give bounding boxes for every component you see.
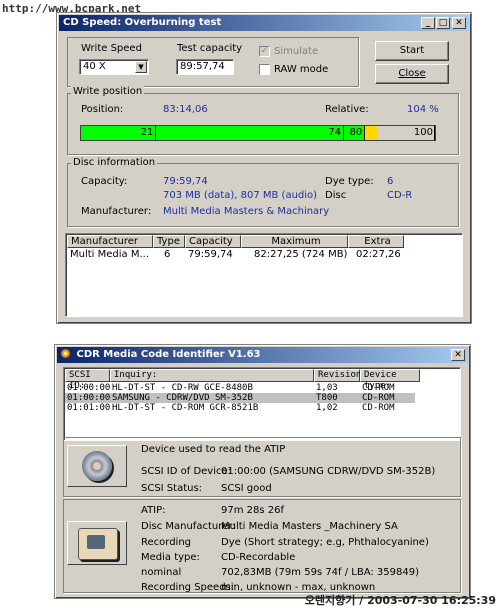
device-row[interactable]: 01:01:00 HL-DT-ST - CD-ROM GCR-8521B 1,02 C… xyxy=(65,403,415,413)
media-type-label: Media type: xyxy=(141,552,200,563)
nominal-value: 702,83MB (79m 59s 74f / LBA: 359849) xyxy=(221,567,420,578)
column-header[interactable]: Revision: xyxy=(314,369,367,382)
minimize-icon[interactable]: _ xyxy=(421,17,435,29)
progress-tick xyxy=(434,126,435,140)
cdr-titlebar[interactable]: CDR Media Code Identifier V1.63 ✕ xyxy=(57,347,468,363)
disc-drive-image xyxy=(67,445,127,487)
disc-label: Disc xyxy=(325,190,347,201)
write-speed-value: 40 X xyxy=(83,61,106,72)
media-type-value: CD-Recordable xyxy=(221,552,296,563)
cdspeed-titlebar[interactable]: CD Speed: Overburning test _ □ ✕ xyxy=(59,15,469,31)
cell-capacity: 79:59,74 xyxy=(188,249,233,260)
close-icon[interactable]: ✕ xyxy=(451,349,465,361)
cell-manufacturer: Multi Media M... xyxy=(70,249,149,260)
device-used-label: Device used to read the ATIP xyxy=(141,444,286,455)
progress-tick-label: 80 xyxy=(349,127,363,138)
column-header[interactable]: Type xyxy=(153,235,185,248)
atip-value: 97m 28s 26f xyxy=(221,505,285,516)
manufacturer-label: Manufacturer: xyxy=(81,206,152,217)
disc-manufacturer-value: Multi Media Masters _Machinery SA xyxy=(221,521,398,532)
scsi-id-label: SCSI ID of Device: xyxy=(141,466,232,477)
hand-disc-icon xyxy=(78,528,118,560)
progress-tick-label: 100 xyxy=(413,127,433,138)
dye-type-label: Dye type: xyxy=(325,176,374,187)
close-button[interactable]: Close xyxy=(375,64,449,84)
results-table[interactable]: Manufacturer Type Capacity Maximum Extra… xyxy=(65,233,463,317)
cell-extra: 02:27,26 xyxy=(356,249,401,260)
position-label: Position: xyxy=(81,104,124,115)
relative-value: 104 % xyxy=(407,104,439,115)
disc-icon xyxy=(82,451,112,481)
disc-value: CD-R xyxy=(387,190,413,201)
raw-mode-label: RAW mode xyxy=(274,64,329,75)
progress-tick xyxy=(155,126,157,140)
atip-image xyxy=(67,521,127,565)
scsi-status-label: SCSI Status: xyxy=(141,483,203,494)
cell-scsi-id: 01:01:00 xyxy=(67,403,111,413)
cell-revision: 1,02 xyxy=(316,403,338,413)
write-position-legend: Write position xyxy=(71,86,145,97)
raw-mode-checkbox[interactable] xyxy=(259,64,270,75)
cdr-window: CDR Media Code Identifier V1.63 ✕ SCSI I… xyxy=(54,344,471,599)
maximize-icon[interactable]: □ xyxy=(436,17,450,29)
relative-label: Relative: xyxy=(325,104,369,115)
simulate-label: Simulate xyxy=(274,46,319,57)
column-header[interactable]: Inquiry: xyxy=(110,369,314,382)
test-capacity-field[interactable]: 89:57,74 xyxy=(176,59,234,75)
close-icon[interactable]: ✕ xyxy=(452,17,466,29)
column-header[interactable]: Manufacturer xyxy=(67,235,153,248)
manufacturer-value: Multi Media Masters & Machinary xyxy=(163,206,330,217)
recording-value: Dye (Short strategy; e.g, Phthalocyanine… xyxy=(221,537,429,548)
cell-device-type: CD-ROM xyxy=(362,403,395,413)
cd-icon xyxy=(61,349,70,358)
simulate-checkbox[interactable]: ✓ xyxy=(259,46,270,57)
disc-info-legend: Disc information xyxy=(71,157,158,168)
window-title: CD Speed: Overburning test xyxy=(63,17,222,28)
scsi-id-value: 01:00:00 (SAMSUNG CDRW/DVD SM-352B) xyxy=(221,466,436,477)
window-title: CDR Media Code Identifier V1.63 xyxy=(76,349,261,360)
write-progress-bar: 21 74 80 100 xyxy=(80,125,436,141)
scsi-status-value: SCSI good xyxy=(221,483,272,494)
capacity-value: 79:59,74 xyxy=(163,176,208,187)
test-capacity-label: Test capacity xyxy=(177,43,243,54)
nominal-label: nominal xyxy=(141,567,182,578)
write-speed-select[interactable]: 40 X ▼ xyxy=(79,59,149,75)
start-button[interactable]: Start xyxy=(375,41,449,61)
cell-maximum: 82:27,25 (724 MB) xyxy=(254,249,348,260)
column-header[interactable]: SCSI ID: xyxy=(65,369,110,391)
position-value: 83:14,06 xyxy=(163,104,208,115)
chevron-down-icon[interactable]: ▼ xyxy=(135,61,147,73)
cell-inquiry: HL-DT-ST - CD-ROM GCR-8521B xyxy=(112,403,259,413)
column-header[interactable]: Device type: xyxy=(360,369,420,391)
column-header[interactable]: Extra xyxy=(348,235,404,248)
write-speed-label: Write Speed xyxy=(81,43,142,54)
column-header[interactable]: Capacity xyxy=(185,235,241,248)
cdspeed-window: CD Speed: Overburning test _ □ ✕ Write S… xyxy=(56,12,472,324)
progress-tick-label: 21 xyxy=(140,127,154,138)
cell-type: 6 xyxy=(164,249,171,260)
progress-tick xyxy=(364,126,366,140)
watermark-signature: 오렌지향기 / 2003-07-30 16:25:39 xyxy=(304,594,496,607)
device-list[interactable]: SCSI ID: Inquiry: Revision: Device type:… xyxy=(63,367,461,441)
capacity-label: Capacity: xyxy=(81,176,128,187)
capacity-detail: 703 MB (data), 807 MB (audio) xyxy=(163,190,318,201)
write-position-panel xyxy=(67,93,459,155)
dye-type-value: 6 xyxy=(387,176,394,187)
column-header[interactable]: Maximum xyxy=(241,235,348,248)
recording-label: Recording xyxy=(141,537,192,548)
atip-label: ATIP: xyxy=(141,505,166,516)
